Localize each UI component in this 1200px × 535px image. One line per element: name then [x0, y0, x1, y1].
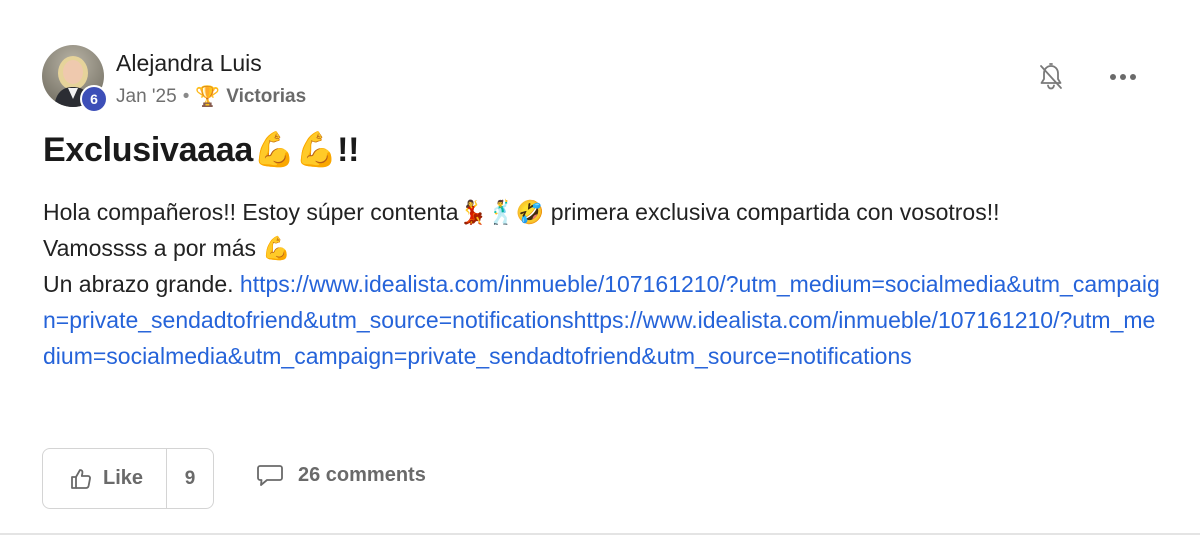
trophy-icon: 🏆: [195, 86, 221, 108]
like-count[interactable]: 9: [167, 468, 213, 490]
body-line-1: Hola compañeros!! Estoy súper contenta💃🕺…: [43, 199, 1000, 225]
author-name[interactable]: Alejandra Luis: [116, 50, 262, 77]
level-badge: 6: [80, 85, 108, 113]
body-line-2: Vamossss a por más 💪: [43, 235, 292, 261]
header-actions: [1034, 60, 1140, 94]
comments-label: 26 comments: [298, 463, 426, 486]
thumbs-up-icon: [71, 468, 91, 489]
comments-button[interactable]: 26 comments: [256, 462, 426, 488]
like-label: Like: [103, 467, 144, 489]
category-link[interactable]: Victorias: [226, 86, 306, 108]
more-horizontal-icon: [1110, 74, 1136, 80]
post-meta: Jan '25 • 🏆 Victorias: [116, 84, 306, 109]
comment-icon: [257, 465, 283, 486]
post-body: Hola compañeros!! Estoy súper contenta💃🕺…: [43, 194, 1163, 374]
post-title: Exclusivaaaa💪💪!!: [43, 131, 360, 169]
notifications-button[interactable]: [1034, 60, 1068, 94]
post-date[interactable]: Jan '25: [116, 86, 177, 108]
body-line-3: Un abrazo grande. https://www.idealista.…: [43, 266, 1163, 374]
author-avatar[interactable]: 6: [42, 45, 108, 113]
more-options-button[interactable]: [1106, 60, 1140, 94]
post-card: 6 Alejandra Luis Jan '25 • 🏆 Victorias E…: [0, 0, 1200, 535]
like-button[interactable]: Like: [43, 449, 167, 508]
bell-off-icon: [1040, 63, 1062, 90]
meta-separator: •: [182, 85, 190, 107]
like-control: Like 9: [42, 448, 214, 509]
body-line-3-text: Un abrazo grande.: [43, 271, 240, 297]
